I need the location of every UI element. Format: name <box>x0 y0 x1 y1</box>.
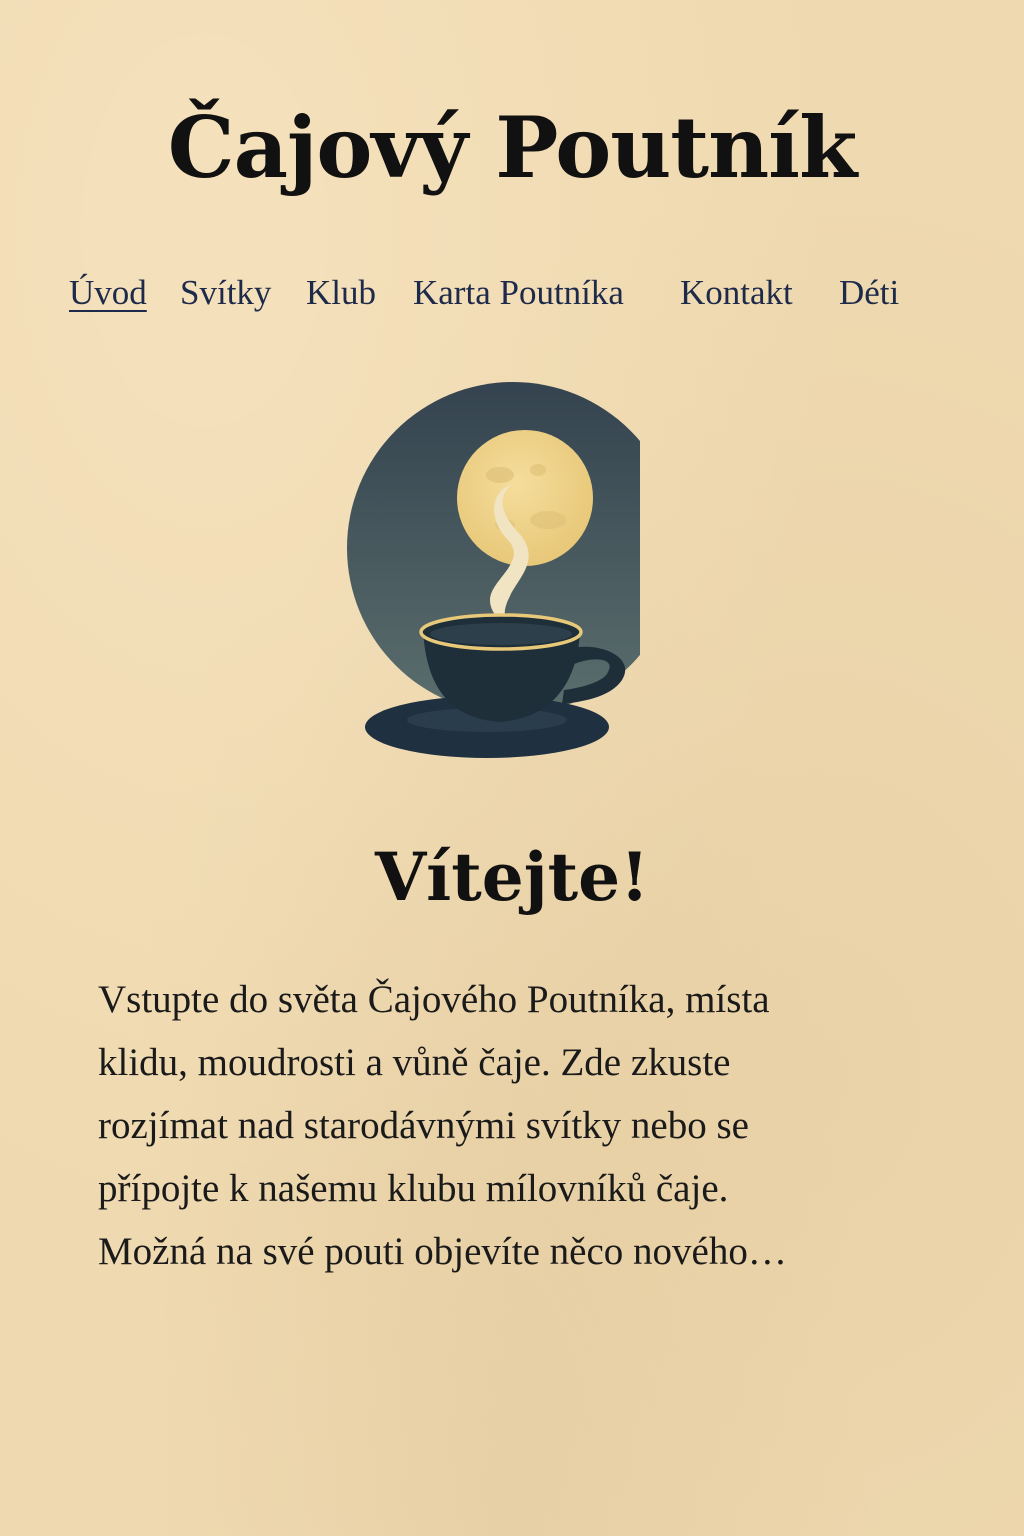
nav-link-klub[interactable]: Klub <box>306 268 376 318</box>
welcome-heading: Vítejte! <box>374 838 650 916</box>
main-nav: Úvod Svítky Klub Karta Poutníka Kontakt … <box>0 268 1024 318</box>
intro-line: přípojte k našemu klubu mílovníků čaje. <box>98 1167 729 1210</box>
nav-link-deti[interactable]: Déti <box>839 268 899 318</box>
intro-line: Vstupte do světa Čajového Poutníka, míst… <box>98 978 770 1021</box>
site-title: Čajový Poutník <box>167 98 858 197</box>
nav-link-svitky[interactable]: Svítky <box>180 268 271 318</box>
nav-link-kontakt[interactable]: Kontakt <box>680 268 793 318</box>
intro-line: rozjímat nad starodávnými svítky nebo se <box>98 1104 749 1147</box>
intro-line: Možná na své pouti objevíte něco nového… <box>98 1230 787 1273</box>
nav-link-karta-poutnika[interactable]: Karta Poutníka <box>413 268 624 318</box>
teacup-moon-icon <box>347 382 679 758</box>
nav-link-uvod[interactable]: Úvod <box>69 268 147 318</box>
teacup-moon-illustration <box>340 380 679 770</box>
intro-line: klidu, moudrosti a vůně čaje. Zde zkuste <box>98 1041 731 1084</box>
intro-paragraph: Vstupte do světa Čajového Poutníka, míst… <box>98 968 938 1283</box>
